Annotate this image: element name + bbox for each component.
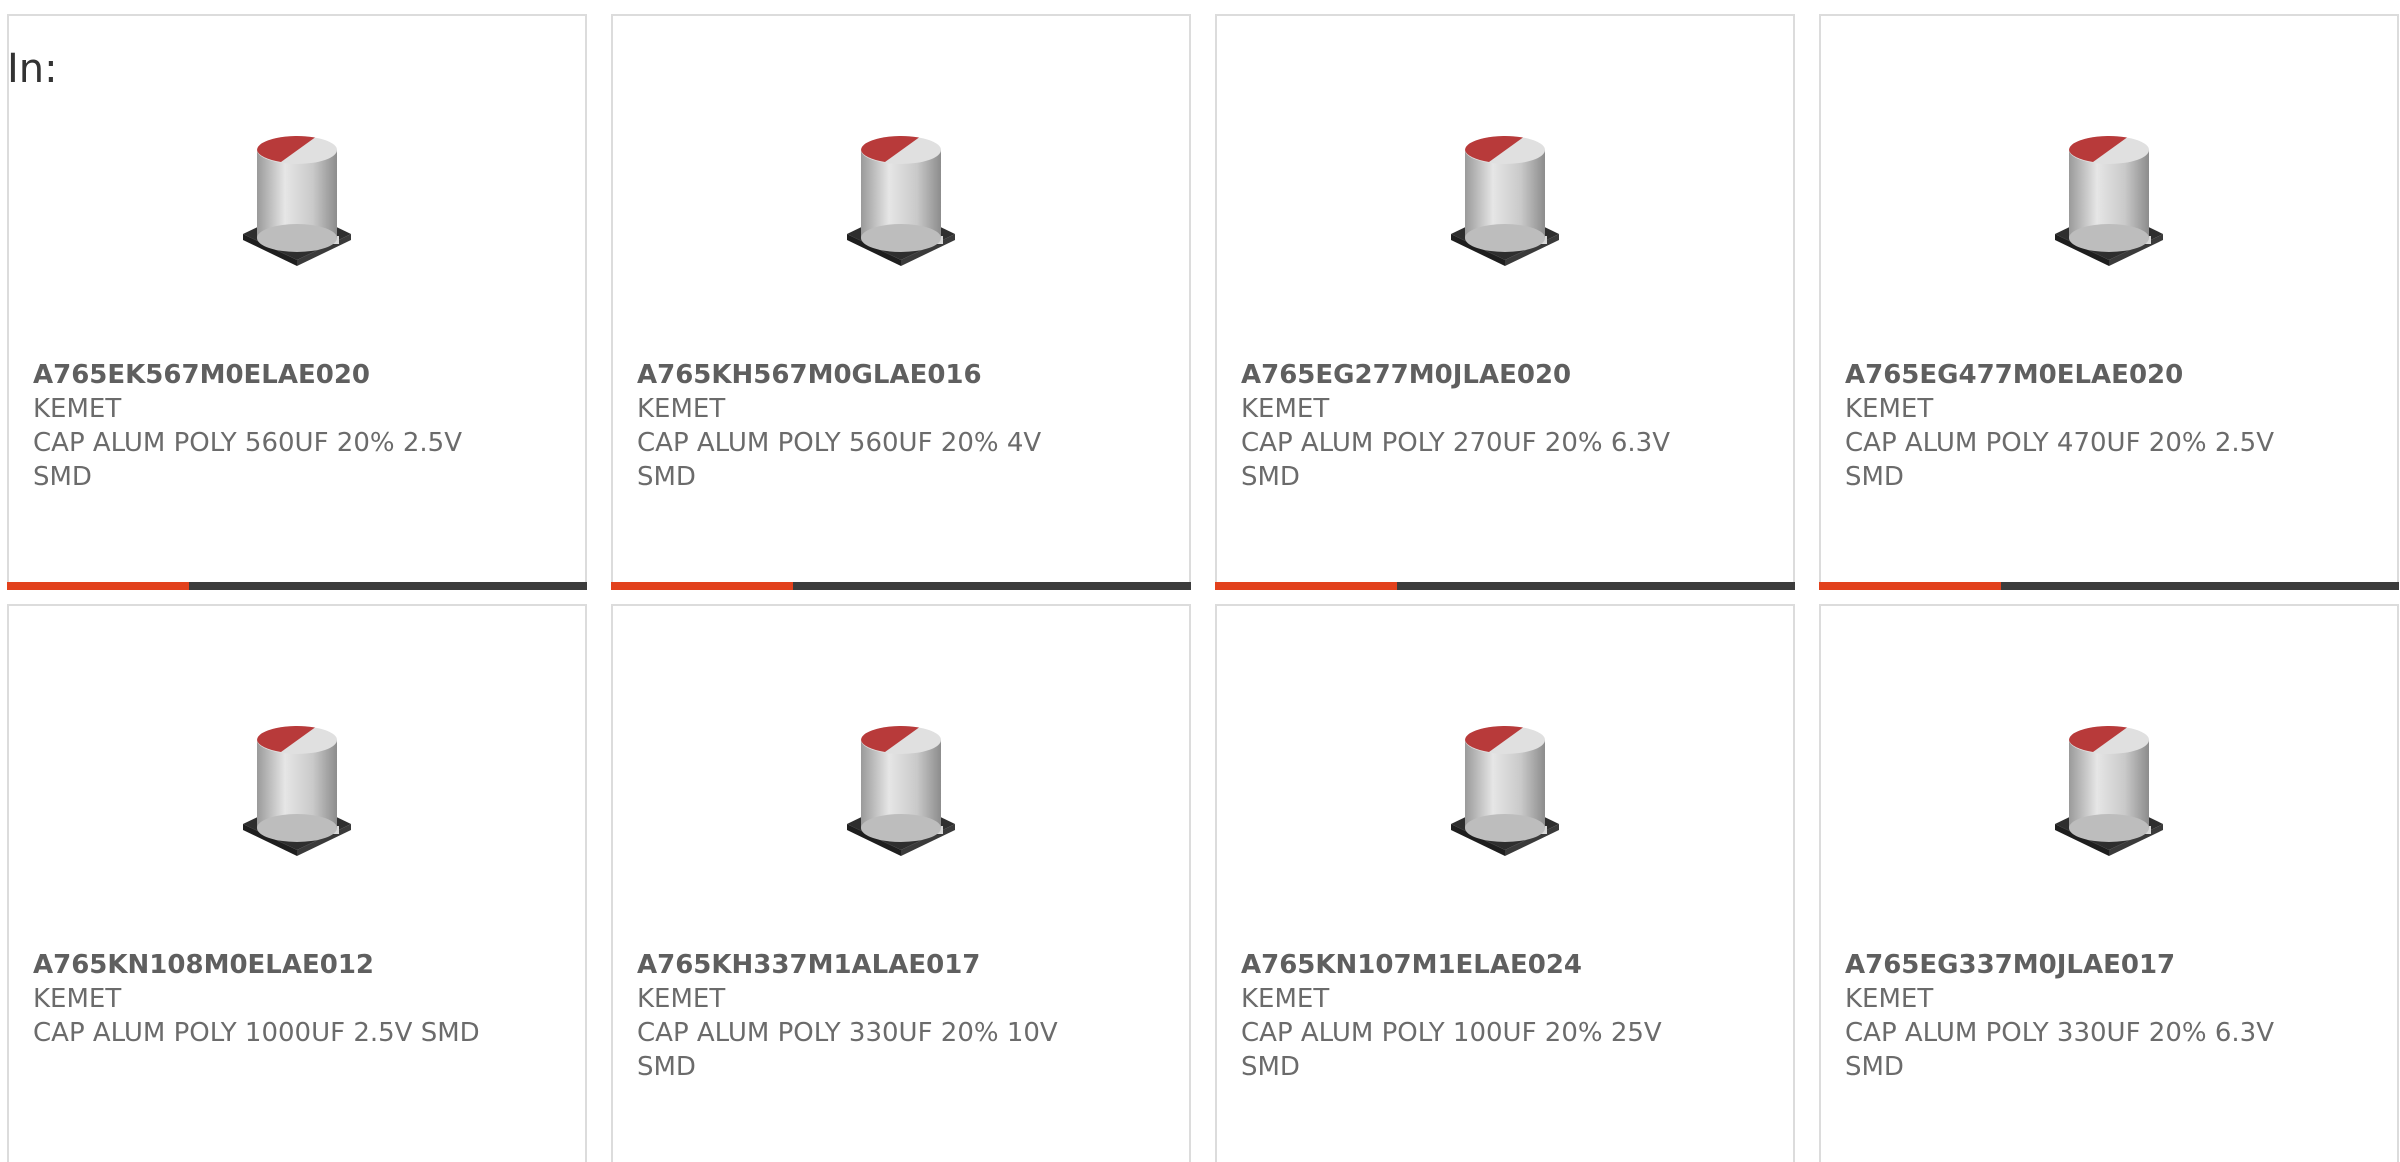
product-results-page: In: A765EK567M0ELAE020 KEMET CAP ALUM POLY… xyxy=(0,0,2400,1162)
product-details: A765EG477M0ELAE020 KEMET CAP ALUM POLY 470… xyxy=(1845,358,2373,494)
manufacturer-name: KEMET xyxy=(637,394,726,424)
product-details: A765KN107M1ELAE024 KEMET CAP ALUM POLY 100… xyxy=(1241,948,1769,1084)
product-details: A765EK567M0ELAE020 KEMET CAP ALUM POLY 560… xyxy=(33,358,561,494)
manufacturer-name: KEMET xyxy=(1241,394,1330,424)
product-description: CAP ALUM POLY 1000UF 2.5V SMD xyxy=(33,1018,480,1048)
bar-rest-segment xyxy=(189,582,587,590)
manufacturer-name: KEMET xyxy=(1241,984,1330,1014)
manufacturer-name: KEMET xyxy=(33,394,122,424)
capacitor-image[interactable] xyxy=(613,716,1189,861)
manufacturer-name: KEMET xyxy=(33,984,122,1014)
bar-accent-segment xyxy=(7,582,189,590)
product-card[interactable]: A765EG477M0ELAE020 KEMET CAP ALUM POLY 470… xyxy=(1819,14,2399,590)
product-details: A765KN108M0ELAE012 KEMET CAP ALUM POLY 100… xyxy=(33,948,561,1050)
product-description: CAP ALUM POLY 330UF 20% 10V SMD xyxy=(637,1018,1058,1082)
product-description: CAP ALUM POLY 470UF 20% 2.5V SMD xyxy=(1845,428,2274,492)
bar-rest-segment xyxy=(793,582,1191,590)
card-accent-bar xyxy=(7,582,587,590)
product-card[interactable]: A765KN107M1ELAE024 KEMET CAP ALUM POLY 100… xyxy=(1215,604,1795,1162)
capacitor-image[interactable] xyxy=(1217,126,1793,271)
product-description: CAP ALUM POLY 270UF 20% 6.3V SMD xyxy=(1241,428,1670,492)
product-details: A765KH337M1ALAE017 KEMET CAP ALUM POLY 330… xyxy=(637,948,1165,1084)
part-number-link[interactable]: A765KH337M1ALAE017 xyxy=(637,948,1165,982)
manufacturer-name: KEMET xyxy=(1845,394,1934,424)
card-accent-bar xyxy=(1819,582,2399,590)
product-card[interactable]: A765EG277M0JLAE020 KEMET CAP ALUM POLY 270… xyxy=(1215,14,1795,590)
part-number-link[interactable]: A765KN108M0ELAE012 xyxy=(33,948,561,982)
capacitor-image[interactable] xyxy=(1821,126,2397,271)
product-card[interactable]: A765KH337M1ALAE017 KEMET CAP ALUM POLY 330… xyxy=(611,604,1191,1162)
part-number-link[interactable]: A765EG277M0JLAE020 xyxy=(1241,358,1769,392)
product-description: CAP ALUM POLY 330UF 20% 6.3V SMD xyxy=(1845,1018,2274,1082)
capacitor-image[interactable] xyxy=(9,716,585,861)
filter-label: In: xyxy=(7,46,58,92)
capacitor-image[interactable] xyxy=(1217,716,1793,861)
capacitor-image[interactable] xyxy=(9,126,585,271)
bar-rest-segment xyxy=(2001,582,2399,590)
bar-accent-segment xyxy=(1819,582,2001,590)
bar-accent-segment xyxy=(1215,582,1397,590)
card-accent-bar xyxy=(611,582,1191,590)
capacitor-image[interactable] xyxy=(613,126,1189,271)
product-description: CAP ALUM POLY 100UF 20% 25V SMD xyxy=(1241,1018,1662,1082)
capacitor-image[interactable] xyxy=(1821,716,2397,861)
bar-rest-segment xyxy=(1397,582,1795,590)
manufacturer-name: KEMET xyxy=(1845,984,1934,1014)
bar-accent-segment xyxy=(611,582,793,590)
product-details: A765EG337M0JLAE017 KEMET CAP ALUM POLY 330… xyxy=(1845,948,2373,1084)
card-accent-bar xyxy=(1215,582,1795,590)
part-number-link[interactable]: A765EG477M0ELAE020 xyxy=(1845,358,2373,392)
product-details: A765EG277M0JLAE020 KEMET CAP ALUM POLY 270… xyxy=(1241,358,1769,494)
part-number-link[interactable]: A765KH567M0GLAE016 xyxy=(637,358,1165,392)
product-card[interactable]: A765EK567M0ELAE020 KEMET CAP ALUM POLY 560… xyxy=(7,14,587,590)
product-description: CAP ALUM POLY 560UF 20% 2.5V SMD xyxy=(33,428,462,492)
manufacturer-name: KEMET xyxy=(637,984,726,1014)
product-card[interactable]: A765KH567M0GLAE016 KEMET CAP ALUM POLY 560… xyxy=(611,14,1191,590)
product-grid: A765EK567M0ELAE020 KEMET CAP ALUM POLY 560… xyxy=(7,14,2399,1162)
product-card[interactable]: A765EG337M0JLAE017 KEMET CAP ALUM POLY 330… xyxy=(1819,604,2399,1162)
part-number-link[interactable]: A765EG337M0JLAE017 xyxy=(1845,948,2373,982)
product-card[interactable]: A765KN108M0ELAE012 KEMET CAP ALUM POLY 100… xyxy=(7,604,587,1162)
part-number-link[interactable]: A765KN107M1ELAE024 xyxy=(1241,948,1769,982)
product-details: A765KH567M0GLAE016 KEMET CAP ALUM POLY 560… xyxy=(637,358,1165,494)
product-description: CAP ALUM POLY 560UF 20% 4V SMD xyxy=(637,428,1042,492)
part-number-link[interactable]: A765EK567M0ELAE020 xyxy=(33,358,561,392)
